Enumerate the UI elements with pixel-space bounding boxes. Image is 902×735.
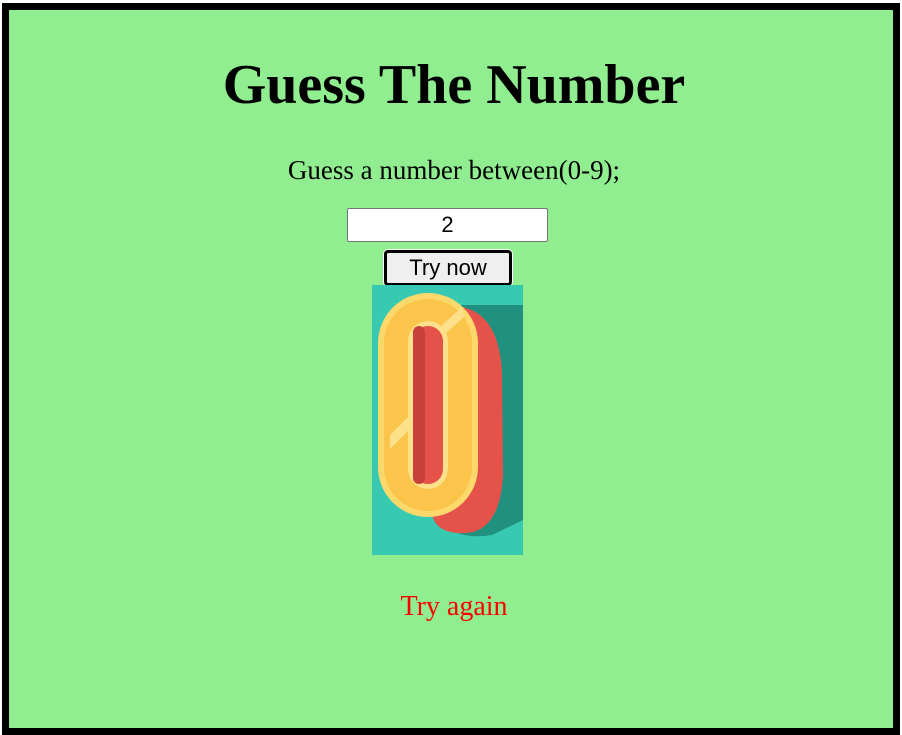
game-frame: Guess The Number Guess a number between(…: [2, 3, 900, 735]
instruction-text: Guess a number between(0-9);: [287, 155, 621, 185]
page-title: Guess The Number: [222, 54, 686, 116]
digit-zero-illustration: [372, 285, 523, 555]
guess-input[interactable]: [347, 208, 548, 242]
try-now-button[interactable]: Try now: [384, 250, 512, 286]
result-message: Try again: [400, 591, 508, 622]
